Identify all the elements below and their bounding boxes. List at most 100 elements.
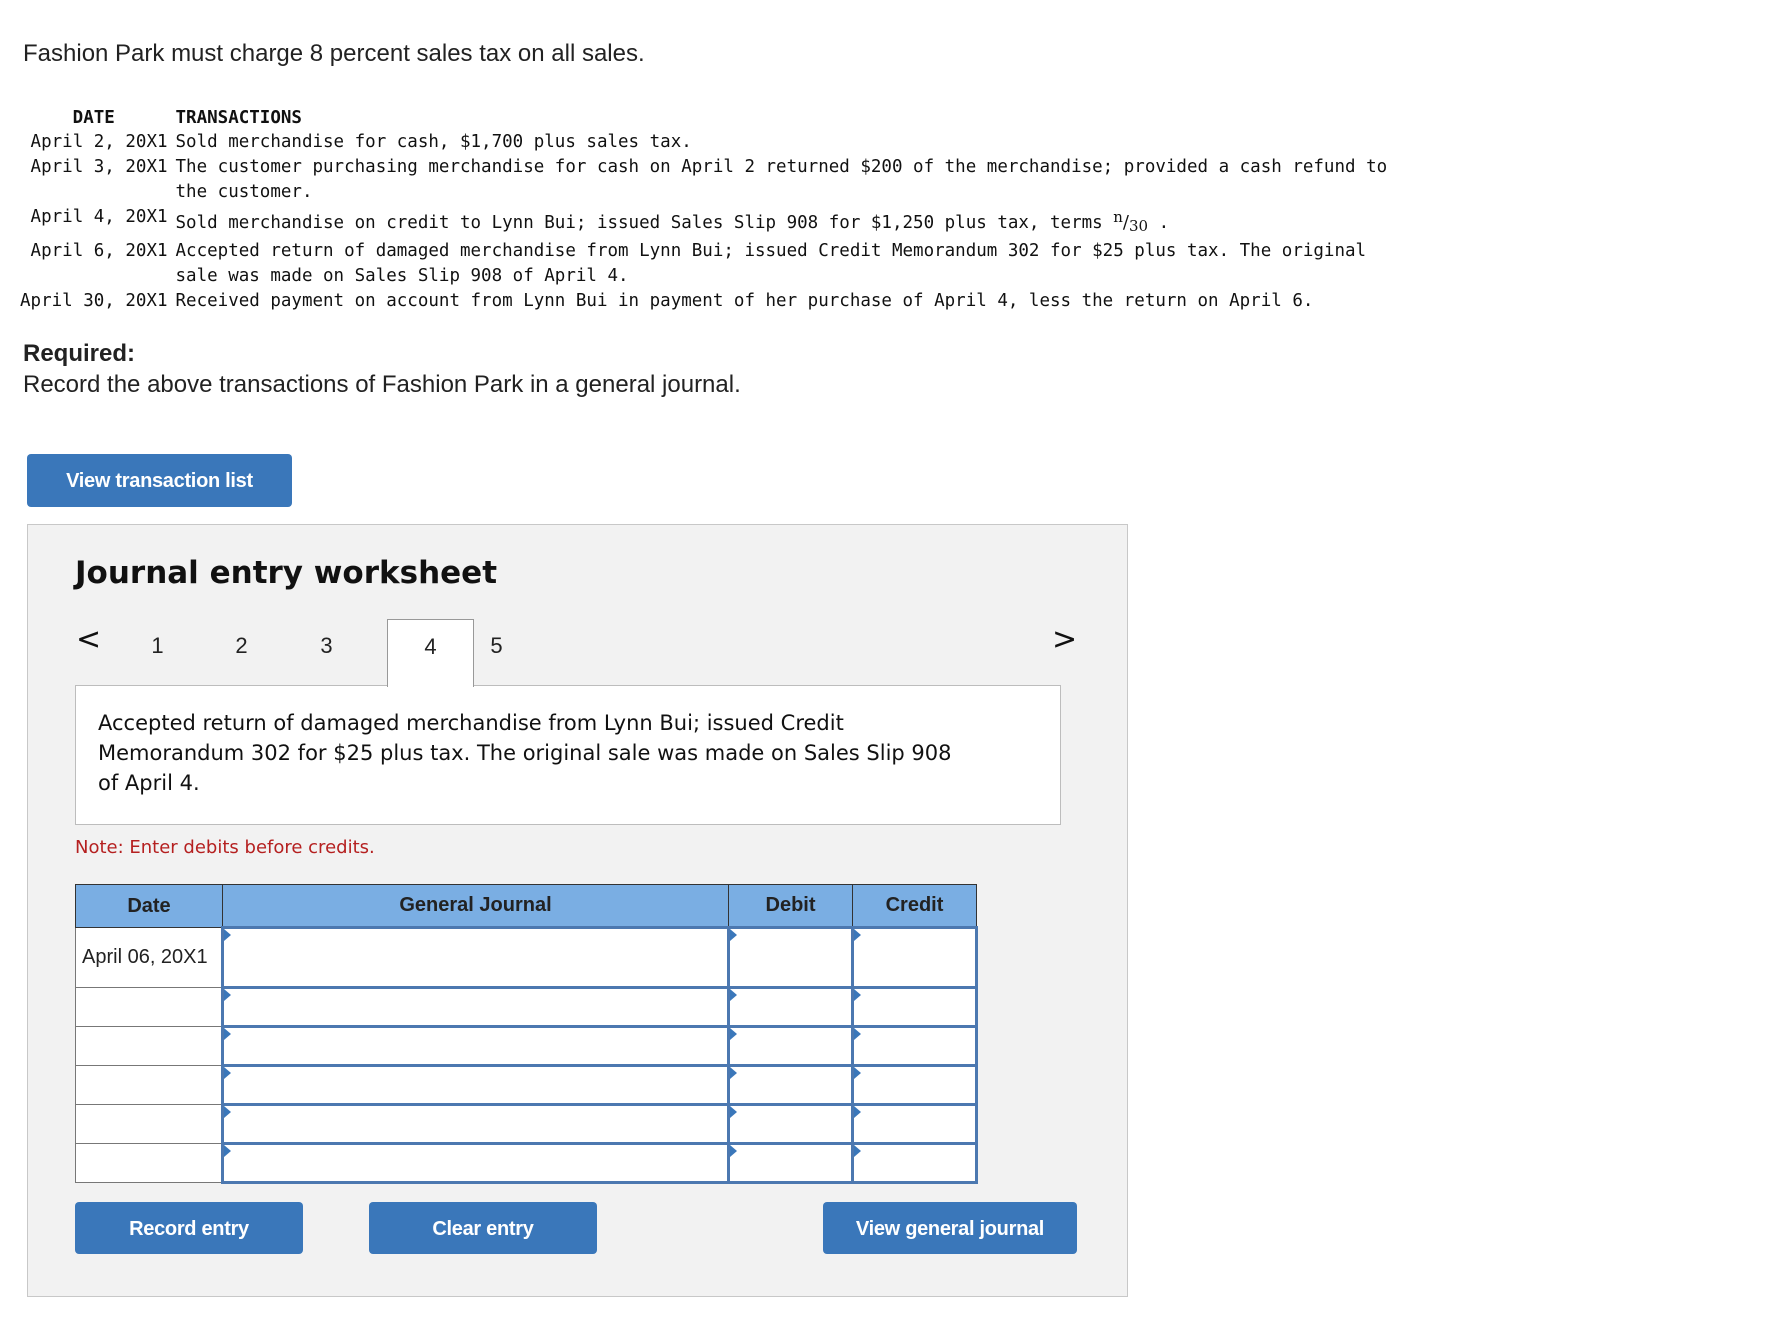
transaction-description-box: Accepted return of damaged merchandise f… — [75, 685, 1061, 825]
transaction-text: The customer purchasing merchandise for … — [175, 157, 1388, 202]
credit-input[interactable] — [854, 989, 975, 1025]
credit-input[interactable] — [854, 929, 975, 986]
debit-input[interactable] — [730, 989, 851, 1025]
debit-cell[interactable] — [727, 986, 854, 1028]
transaction-row: April 6, 20X1 Accepted return of damaged… — [20, 239, 1768, 289]
clear-entry-button[interactable]: Clear entry — [369, 1202, 597, 1254]
journal-date-cell — [75, 1143, 223, 1183]
transaction-row: April 30, 20X1 Received payment on accou… — [20, 289, 1768, 314]
worksheet-title: Journal entry worksheet — [75, 555, 498, 591]
account-cell[interactable] — [221, 1025, 730, 1067]
debit-cell[interactable] — [727, 1103, 854, 1145]
credit-cell[interactable] — [851, 1064, 978, 1106]
transaction-text-wrapper: Sold merchandise on credit to Lynn Bui; … — [168, 205, 1768, 239]
account-input[interactable] — [224, 929, 727, 986]
debit-input[interactable] — [730, 929, 851, 986]
dropdown-marker-icon — [854, 1106, 861, 1118]
transaction-date: April 4, 20X1 — [30, 207, 168, 227]
general-journal-table: Date General Journal Debit Credit April … — [75, 884, 978, 1184]
dropdown-marker-icon — [854, 1145, 861, 1157]
credit-input[interactable] — [854, 1067, 975, 1103]
credit-input[interactable] — [854, 1145, 975, 1181]
account-input[interactable] — [224, 1145, 727, 1181]
journal-date-cell — [75, 1065, 223, 1105]
transactions-header-row: DATE TRANSACTIONS — [20, 106, 1768, 130]
journal-row — [75, 1142, 978, 1184]
problem-intro: Fashion Park must charge 8 percent sales… — [23, 40, 645, 67]
account-input[interactable] — [224, 1067, 727, 1103]
journal-date-cell: April 06, 20X1 — [75, 927, 223, 988]
journal-entry-worksheet-panel: Journal entry worksheet < 1 2 3 4 5 > Ac… — [27, 524, 1128, 1297]
tab-2[interactable]: 2 — [199, 619, 284, 686]
account-input[interactable] — [224, 989, 727, 1025]
dropdown-marker-icon — [224, 929, 231, 941]
transaction-date: April 6, 20X1 — [30, 241, 168, 261]
dropdown-marker-icon — [730, 1067, 737, 1079]
transactions-table: DATE TRANSACTIONS April 2, 20X1 Sold mer… — [20, 106, 1768, 314]
dropdown-marker-icon — [224, 1106, 231, 1118]
debit-cell[interactable] — [727, 926, 854, 989]
credit-cell[interactable] — [851, 1103, 978, 1145]
record-entry-button[interactable]: Record entry — [75, 1202, 303, 1254]
account-cell[interactable] — [221, 986, 730, 1028]
date-header: DATE — [72, 108, 115, 128]
transaction-date: April 3, 20X1 — [30, 157, 168, 177]
debit-column-header: Debit — [728, 884, 853, 928]
debit-input[interactable] — [730, 1145, 851, 1181]
terms-suffix: . — [1148, 213, 1170, 233]
transaction-row: April 2, 20X1 Sold merchandise for cash,… — [20, 130, 1768, 155]
terms-numerator: n — [1113, 208, 1123, 226]
transactions-header: TRANSACTIONS — [175, 108, 302, 128]
debit-input[interactable] — [730, 1028, 851, 1064]
credit-input[interactable] — [854, 1106, 975, 1142]
credit-input[interactable] — [854, 1028, 975, 1064]
dropdown-marker-icon — [224, 1145, 231, 1157]
account-input[interactable] — [224, 1106, 727, 1142]
dropdown-marker-icon — [854, 1067, 861, 1079]
dropdown-marker-icon — [224, 989, 231, 1001]
dropdown-marker-icon — [854, 1028, 861, 1040]
journal-header-row: Date General Journal Debit Credit — [75, 884, 977, 928]
account-input[interactable] — [224, 1028, 727, 1064]
credit-cell[interactable] — [851, 1025, 978, 1067]
terms-denominator: 30 — [1128, 217, 1149, 235]
terms-fraction: n/30 — [1113, 208, 1149, 235]
account-cell[interactable] — [221, 1142, 730, 1184]
credit-column-header: Credit — [852, 884, 977, 928]
credit-cell[interactable] — [851, 986, 978, 1028]
debit-cell[interactable] — [727, 1025, 854, 1067]
account-cell[interactable] — [221, 1103, 730, 1145]
tab-1[interactable]: 1 — [115, 619, 200, 686]
transaction-date: April 30, 20X1 — [20, 291, 168, 311]
required-heading: Required: — [23, 340, 136, 367]
credit-cell[interactable] — [851, 926, 978, 989]
view-transaction-list-button[interactable]: View transaction list — [27, 454, 292, 507]
dropdown-marker-icon — [730, 929, 737, 941]
chevron-left-icon[interactable]: < — [76, 622, 101, 657]
tab-4-active[interactable]: 4 — [387, 619, 474, 687]
journal-row — [75, 1103, 978, 1145]
journal-row — [75, 1064, 978, 1106]
debit-cell[interactable] — [727, 1142, 854, 1184]
dropdown-marker-icon — [854, 929, 861, 941]
credit-cell[interactable] — [851, 1142, 978, 1184]
transaction-description: Accepted return of damaged merchandise f… — [98, 711, 952, 795]
transaction-text: Sold merchandise for cash, $1,700 plus s… — [175, 132, 692, 152]
debit-input[interactable] — [730, 1106, 851, 1142]
debit-cell[interactable] — [727, 1064, 854, 1106]
date-column-header: Date — [75, 884, 223, 928]
dropdown-marker-icon — [730, 1106, 737, 1118]
dropdown-marker-icon — [730, 1145, 737, 1157]
transaction-row: April 4, 20X1 Sold merchandise on credit… — [20, 205, 1768, 239]
account-cell[interactable] — [221, 1064, 730, 1106]
dropdown-marker-icon — [854, 989, 861, 1001]
view-general-journal-button[interactable]: View general journal — [823, 1202, 1077, 1254]
tab-3[interactable]: 3 — [284, 619, 369, 686]
transaction-text: Received payment on account from Lynn Bu… — [175, 291, 1314, 311]
dropdown-marker-icon — [224, 1067, 231, 1079]
debit-input[interactable] — [730, 1067, 851, 1103]
account-cell[interactable] — [221, 926, 730, 989]
journal-date-cell — [75, 987, 223, 1027]
chevron-right-icon[interactable]: > — [1052, 622, 1077, 657]
dropdown-marker-icon — [224, 1028, 231, 1040]
